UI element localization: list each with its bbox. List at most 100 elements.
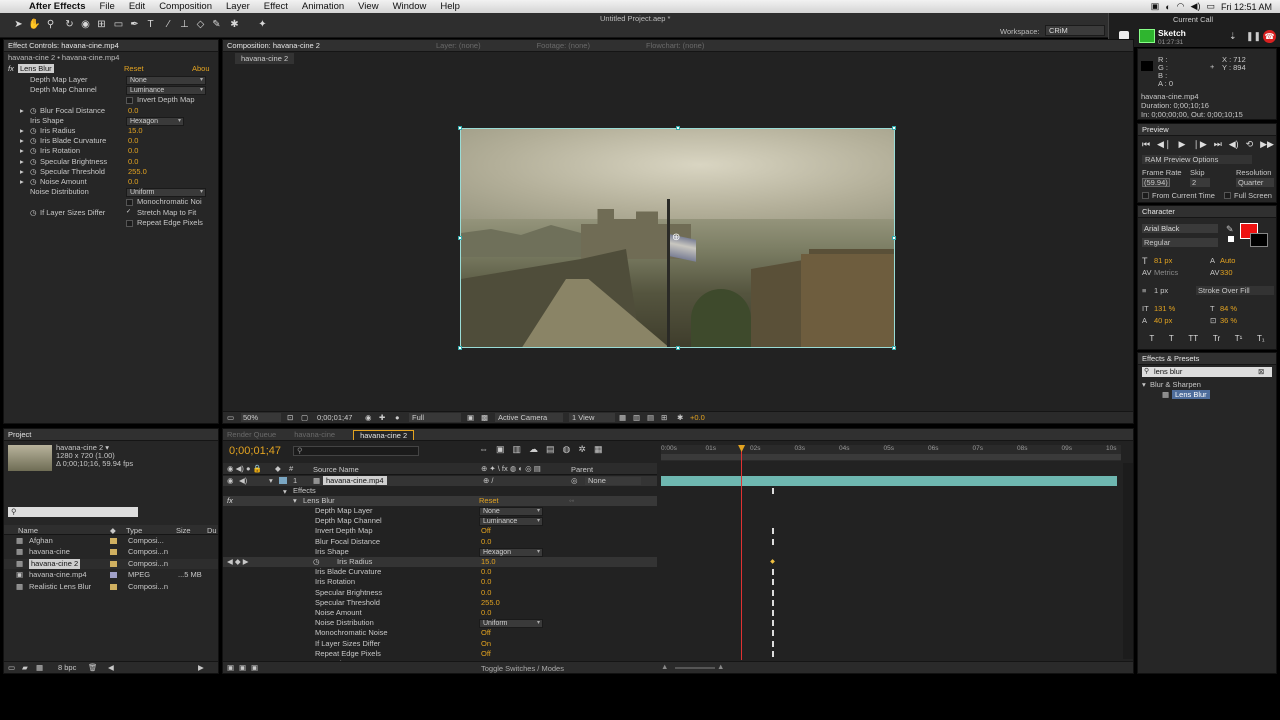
selection-tool-icon[interactable]: ➤ <box>12 18 25 31</box>
timeline-prop-row[interactable]: Iris Shape Hexagon <box>223 547 657 557</box>
col-name[interactable]: Name <box>18 526 38 535</box>
ec-value-iris-radius[interactable]: 15.0 <box>128 126 143 136</box>
layer-name[interactable]: havana-cine.mp4 <box>323 476 387 485</box>
composition-tab[interactable]: Composition: havana-cine 2 <box>227 41 320 50</box>
toggle-switches-modes-button[interactable]: Toggle Switches / Modes <box>481 664 564 673</box>
fx-row-icon[interactable]: fx <box>227 496 233 505</box>
layer-tab[interactable]: Layer: (none) <box>436 41 481 50</box>
menu-animation[interactable]: Animation <box>295 1 351 12</box>
label-col-icon[interactable]: ◆ <box>110 526 116 535</box>
eraser-tool-icon[interactable]: ◇ <box>194 18 207 31</box>
channel-icon[interactable]: ● <box>395 412 400 423</box>
stopwatch-icon[interactable]: ◷ <box>30 106 37 116</box>
timeline-prop-value[interactable]: 0.0 <box>481 537 491 547</box>
transform-handle-tl[interactable] <box>458 126 462 130</box>
play-icon[interactable]: ▶ <box>1178 139 1185 150</box>
volume-icon[interactable]: ◀) <box>1191 1 1201 12</box>
timeline-prop-value[interactable]: On <box>481 639 491 649</box>
iris-radius-keyframe[interactable]: ◆ <box>770 558 775 565</box>
keyframe-marker[interactable] <box>772 630 775 637</box>
ec-dropdown-iris-shape[interactable]: Hexagon <box>126 116 184 126</box>
expand-modes-icon[interactable]: ▣ <box>239 663 246 672</box>
project-item-label-color[interactable] <box>110 560 117 567</box>
baseline-shift-value[interactable]: 40 px <box>1154 316 1172 325</box>
timeline-prop-dropdown[interactable]: Luminance <box>479 517 543 527</box>
composition-timecode[interactable]: 0;00;01;47 <box>317 412 352 423</box>
transform-handle-tr[interactable] <box>892 126 896 130</box>
hand-tool-icon[interactable]: ✋ <box>28 18 41 31</box>
always-preview-icon[interactable]: ▭ <box>227 412 234 423</box>
transform-handle-br[interactable] <box>892 346 896 350</box>
effects-group-label[interactable]: Effects <box>293 486 316 495</box>
menu-effect[interactable]: Effect <box>257 1 295 12</box>
brainstorm-icon[interactable]: ✲ <box>578 444 586 455</box>
new-folder-icon[interactable]: ▰ <box>22 663 28 672</box>
layer-row[interactable]: ◉ ◀) ▾ 1 ▦ havana-cine.mp4 ⊕ / ◎ None <box>223 476 657 486</box>
parent-dropdown[interactable]: None <box>585 477 641 485</box>
havana-cine-tab[interactable]: havana-cine <box>294 430 335 439</box>
stopwatch-icon[interactable]: ◷ <box>30 136 37 146</box>
mute-icon[interactable]: ⇣ <box>1229 31 1237 42</box>
expand-triangle-icon[interactable]: ▾ <box>1142 380 1146 389</box>
ec-checkbox-if-layer-sizes-differ[interactable]: ✓ <box>126 209 133 217</box>
toggle-pixel-aspect-icon[interactable]: ▦ <box>619 412 626 423</box>
keyframe-marker[interactable] <box>772 488 775 494</box>
footage-tab[interactable]: Footage: (none) <box>537 41 590 50</box>
tsume-value[interactable]: 36 % <box>1220 316 1237 325</box>
ec-checkbox-repeat-edge-pixels[interactable] <box>126 219 133 227</box>
col-duration[interactable]: Du <box>207 526 217 535</box>
timeline-prop-value[interactable]: 0.0 <box>481 567 491 577</box>
keyframe-marker[interactable] <box>772 610 775 616</box>
keyframe-marker[interactable] <box>772 620 775 627</box>
timeline-prop-row[interactable]: Noise Amount 0.0 <box>223 608 657 618</box>
text-tool-icon[interactable]: T <box>144 18 157 31</box>
timeline-timecode[interactable]: 0;00;01;47 <box>229 445 281 457</box>
resolution-dropdown-preview[interactable]: Quarter <box>1236 178 1274 187</box>
parent-header[interactable]: Parent <box>571 465 593 474</box>
font-size-value[interactable]: 81 px <box>1154 256 1172 265</box>
faux-bold-button[interactable]: T <box>1149 334 1154 343</box>
font-family-dropdown[interactable]: Arial Black <box>1142 224 1218 233</box>
menu-layer[interactable]: Layer <box>219 1 257 12</box>
layer-expand-icon[interactable]: ▾ <box>269 476 273 485</box>
lens-blur-label[interactable]: Lens Blur <box>303 496 335 505</box>
stopwatch-icon[interactable]: ◷ <box>30 126 37 136</box>
timeline-prop-row[interactable]: Blur Focal Distance 0.0 <box>223 537 657 547</box>
menu-composition[interactable]: Composition <box>152 1 219 12</box>
ec-value-iris-rotation[interactable]: 0.0 <box>128 146 138 156</box>
graph-editor-icon[interactable]: ▦ <box>594 444 603 455</box>
expand-layer-switches-icon[interactable]: ▣ <box>227 663 234 672</box>
time-ruler[interactable]: 0:00s 01s 02s 03s 04s 05s 06s 07s 08s 09s 10s <box>661 445 1121 461</box>
timeline-prop-value[interactable]: Off <box>481 628 491 638</box>
timeline-prop-value[interactable]: 0.0 <box>481 608 491 618</box>
timeline-prop-row[interactable]: Depth Map Layer None <box>223 506 657 516</box>
layer-switches[interactable]: ⊕ / <box>483 476 493 485</box>
transform-handle-l[interactable] <box>458 236 462 240</box>
keyframe-marker[interactable] <box>772 538 775 545</box>
timeline-prop-value[interactable]: Off <box>481 649 491 659</box>
col-size[interactable]: Size <box>176 526 191 535</box>
views-dropdown[interactable]: 1 View <box>569 413 615 422</box>
keyframe-marker[interactable] <box>772 589 775 596</box>
timeline-prop-row[interactable]: Noise Distribution Uniform <box>223 618 657 629</box>
current-time-indicator[interactable] <box>741 445 743 660</box>
effect-item-lens-blur[interactable]: Lens Blur <box>1172 390 1210 399</box>
resolution-dropdown[interactable]: Full <box>409 413 461 422</box>
camera-status-icon[interactable]: ▣ <box>1151 1 1160 12</box>
composition-subtab[interactable]: havana-cine 2 <box>235 53 295 64</box>
pan-behind-tool-icon[interactable]: ⊞ <box>95 18 108 31</box>
character-tab[interactable]: Character <box>1142 207 1175 216</box>
effects-presets-tab[interactable]: Effects & Presets <box>1142 354 1199 363</box>
rotate-tool-icon[interactable]: ↻ <box>63 18 76 31</box>
comp-mini-flowchart-icon[interactable]: ⇔ <box>479 444 488 455</box>
project-item-name[interactable]: havana-cine.mp4 <box>29 570 87 580</box>
interpret-footage-icon[interactable]: ▭ <box>8 663 15 672</box>
previous-frame-icon[interactable]: ◀❘ <box>1157 139 1171 150</box>
transform-handle-b[interactable] <box>676 346 680 350</box>
work-area-bar[interactable] <box>661 454 1121 460</box>
timeline-prop-value[interactable]: 15.0 <box>481 557 496 567</box>
ec-checkbox-monochromatic-noise[interactable] <box>126 199 133 207</box>
snapshot-icon[interactable]: ◉ <box>365 412 372 423</box>
leading-value[interactable]: Auto <box>1220 256 1235 265</box>
timeline-prop-row[interactable]: Specular Brightness 0.0 <box>223 588 657 598</box>
